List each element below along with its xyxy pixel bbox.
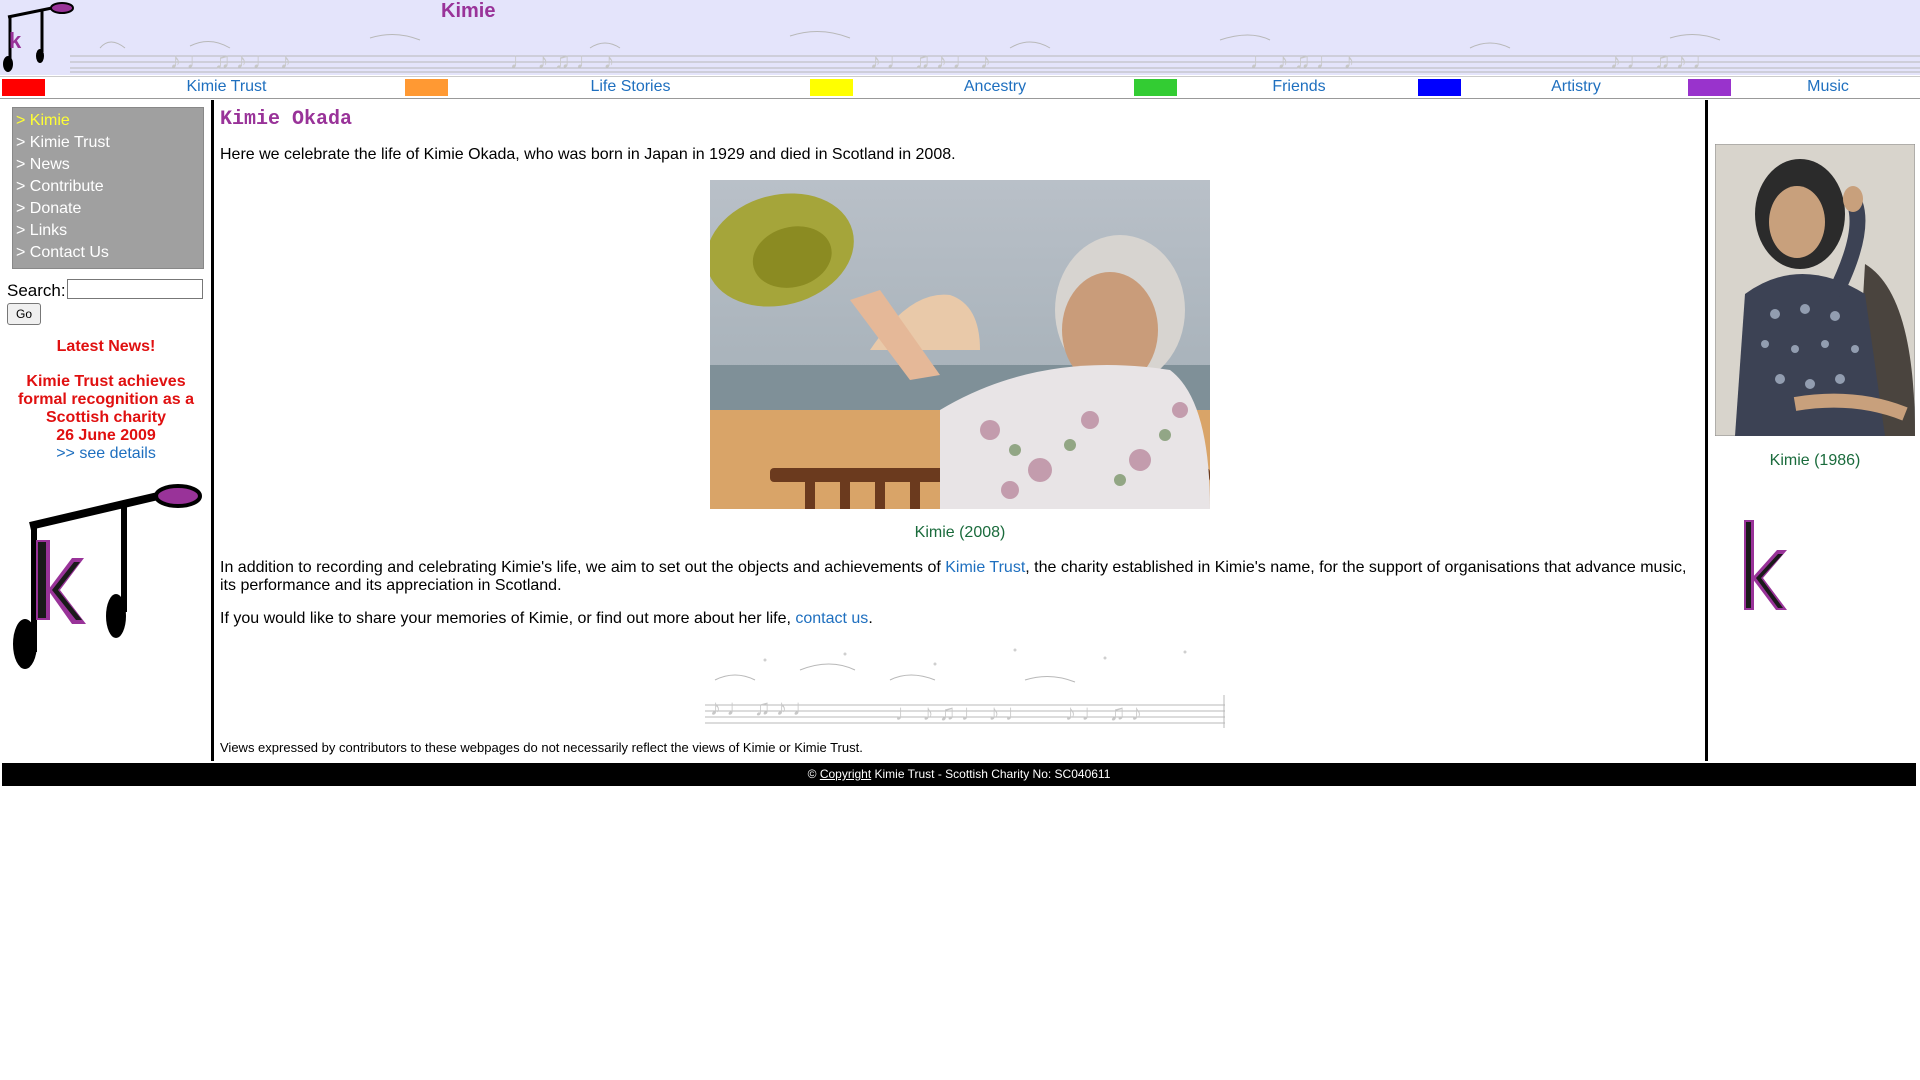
main-photo-caption: Kimie (2008): [914, 524, 1006, 541]
nav-item-kimie-trust[interactable]: Kimie Trust: [0, 77, 403, 98]
nav-item-label[interactable]: Music: [1711, 78, 1920, 96]
news-heading: Latest News!: [56, 338, 156, 355]
page-title: Kimie Okada: [220, 108, 353, 131]
disclaimer: Views expressed by contributors to these…: [220, 740, 863, 755]
news-date: 26 June 2009: [56, 427, 156, 444]
svg-text:♪ ♩ ♫ ♪ ♩: ♪ ♩ ♫ ♪ ♩: [710, 695, 815, 720]
trust-paragraph: In addition to recording and celebrating…: [220, 559, 1690, 595]
menu-item-contribute[interactable]: > Contribute: [13, 176, 203, 198]
svg-text:♪ ♩ ♫ ♪ ♩ ♪: ♪ ♩ ♫ ♪ ♩ ♪: [870, 48, 991, 73]
menu-item-news[interactable]: > News: [13, 154, 203, 176]
intro-paragraph: Here we celebrate the life of Kimie Okad…: [220, 146, 956, 163]
svg-text:♩ ♪ ♫ ♩ ♪ ♩: ♩ ♪ ♫ ♩ ♪ ♩: [895, 700, 1027, 725]
svg-text:♩ ♪ ♫ ♩ ♪: ♩ ♪ ♫ ♩ ♪: [510, 48, 615, 73]
search-label: Search:: [7, 281, 66, 300]
contact-us-link[interactable]: contact us: [795, 610, 868, 627]
nav-item-label[interactable]: Kimie Trust: [25, 78, 428, 96]
main-nav: Kimie Trust Life Stories Ancestry Friend…: [0, 76, 1920, 99]
copyright-link[interactable]: Copyright: [820, 767, 871, 781]
nav-item-music[interactable]: Music: [1686, 77, 1920, 98]
menu-item-kimie-trust[interactable]: > Kimie Trust: [13, 132, 203, 154]
menu-item-donate[interactable]: > Donate: [13, 198, 203, 220]
svg-text:k: k: [9, 28, 22, 53]
search-form: Search: Go: [7, 279, 203, 325]
kimie-logo-icon[interactable]: k: [0, 0, 75, 75]
nav-item-friends[interactable]: Friends: [1132, 77, 1416, 98]
nav-item-label[interactable]: Friends: [1157, 78, 1441, 96]
svg-text:♪ ♩ ♫ ♪: ♪ ♩ ♫ ♪: [1065, 700, 1142, 725]
kimie-trust-link[interactable]: Kimie Trust: [945, 559, 1025, 576]
svg-text:♪ ♩ ♫ ♪ ♩ ♪: ♪ ♩ ♫ ♪ ♩ ♪: [170, 48, 291, 73]
nav-item-label[interactable]: Ancestry: [833, 78, 1157, 96]
trust-paragraph-text: In addition to recording and celebrating…: [220, 559, 946, 576]
nav-item-ancestry[interactable]: Ancestry: [808, 77, 1132, 98]
latest-news: Latest News! Kimie Trust achieves formal…: [6, 338, 206, 463]
nav-item-life-stories[interactable]: Life Stories: [403, 77, 808, 98]
right-sidebar: Kimie (1986): [1705, 100, 1920, 761]
menu-item-contact-us[interactable]: > Contact Us: [13, 242, 203, 264]
side-menu: > Kimie > Kimie Trust > News > Contribut…: [12, 107, 204, 269]
side-photo-caption: Kimie (1986): [1769, 452, 1861, 469]
nav-item-label[interactable]: Life Stories: [428, 78, 833, 96]
see-details-link[interactable]: >> see details: [6, 445, 206, 463]
site-header: k Kimie ♪ ♩ ♫ ♪ ♩ ♪ ♩ ♪ ♫ ♩ ♪ ♪ ♩ ♫ ♪ ♩ …: [0, 0, 1920, 75]
nav-item-label[interactable]: Artistry: [1441, 78, 1711, 96]
menu-item-kimie[interactable]: > Kimie: [13, 110, 203, 132]
news-line: Scottish charity: [45, 409, 167, 426]
left-sidebar: > Kimie > Kimie Trust > News > Contribut…: [0, 100, 214, 761]
kimie-2008-photo: [710, 180, 1210, 509]
music-staff-decoration: ♪ ♩ ♫ ♪ ♩ ♪ ♩ ♪ ♫ ♩ ♪ ♪ ♩ ♫ ♪ ♩ ♪ ♩ ♪ ♫ …: [70, 31, 1920, 73]
kimie-music-note-logo: [13, 484, 202, 669]
svg-text:♪ ♩ ♫ ♪ ♩: ♪ ♩ ♫ ♪ ♩: [1610, 48, 1715, 73]
music-staff-decoration: ♪ ♩ ♫ ♪ ♩ ♩ ♪ ♫ ♩ ♪ ♩ ♪ ♩ ♫ ♪: [705, 648, 1225, 728]
contact-paragraph-text: .: [868, 610, 873, 627]
svg-text:♩ ♪ ♫ ♩ ♪: ♩ ♪ ♫ ♩ ♪: [1250, 48, 1355, 73]
news-line: Kimie Trust achieves: [26, 373, 186, 390]
footer-bar: © Copyright Kimie Trust - Scottish Chari…: [2, 763, 1916, 786]
go-button[interactable]: Go: [7, 303, 41, 325]
footer-text: Kimie Trust - Scottish Charity No: SC040…: [871, 767, 1111, 781]
search-input[interactable]: [67, 279, 203, 299]
menu-item-links[interactable]: > Links: [13, 220, 203, 242]
main-content: Kimie Okada Here we celebrate the life o…: [220, 100, 1700, 761]
news-line: formal recognition as a: [17, 391, 195, 408]
kimie-k-icon: [1744, 520, 1787, 610]
kimie-1986-photo: [1715, 144, 1915, 436]
copyright-symbol: ©: [807, 767, 817, 781]
nav-item-artistry[interactable]: Artistry: [1416, 77, 1686, 98]
contact-paragraph: If you would like to share your memories…: [220, 610, 1690, 628]
contact-paragraph-text: If you would like to share your memories…: [220, 610, 796, 627]
